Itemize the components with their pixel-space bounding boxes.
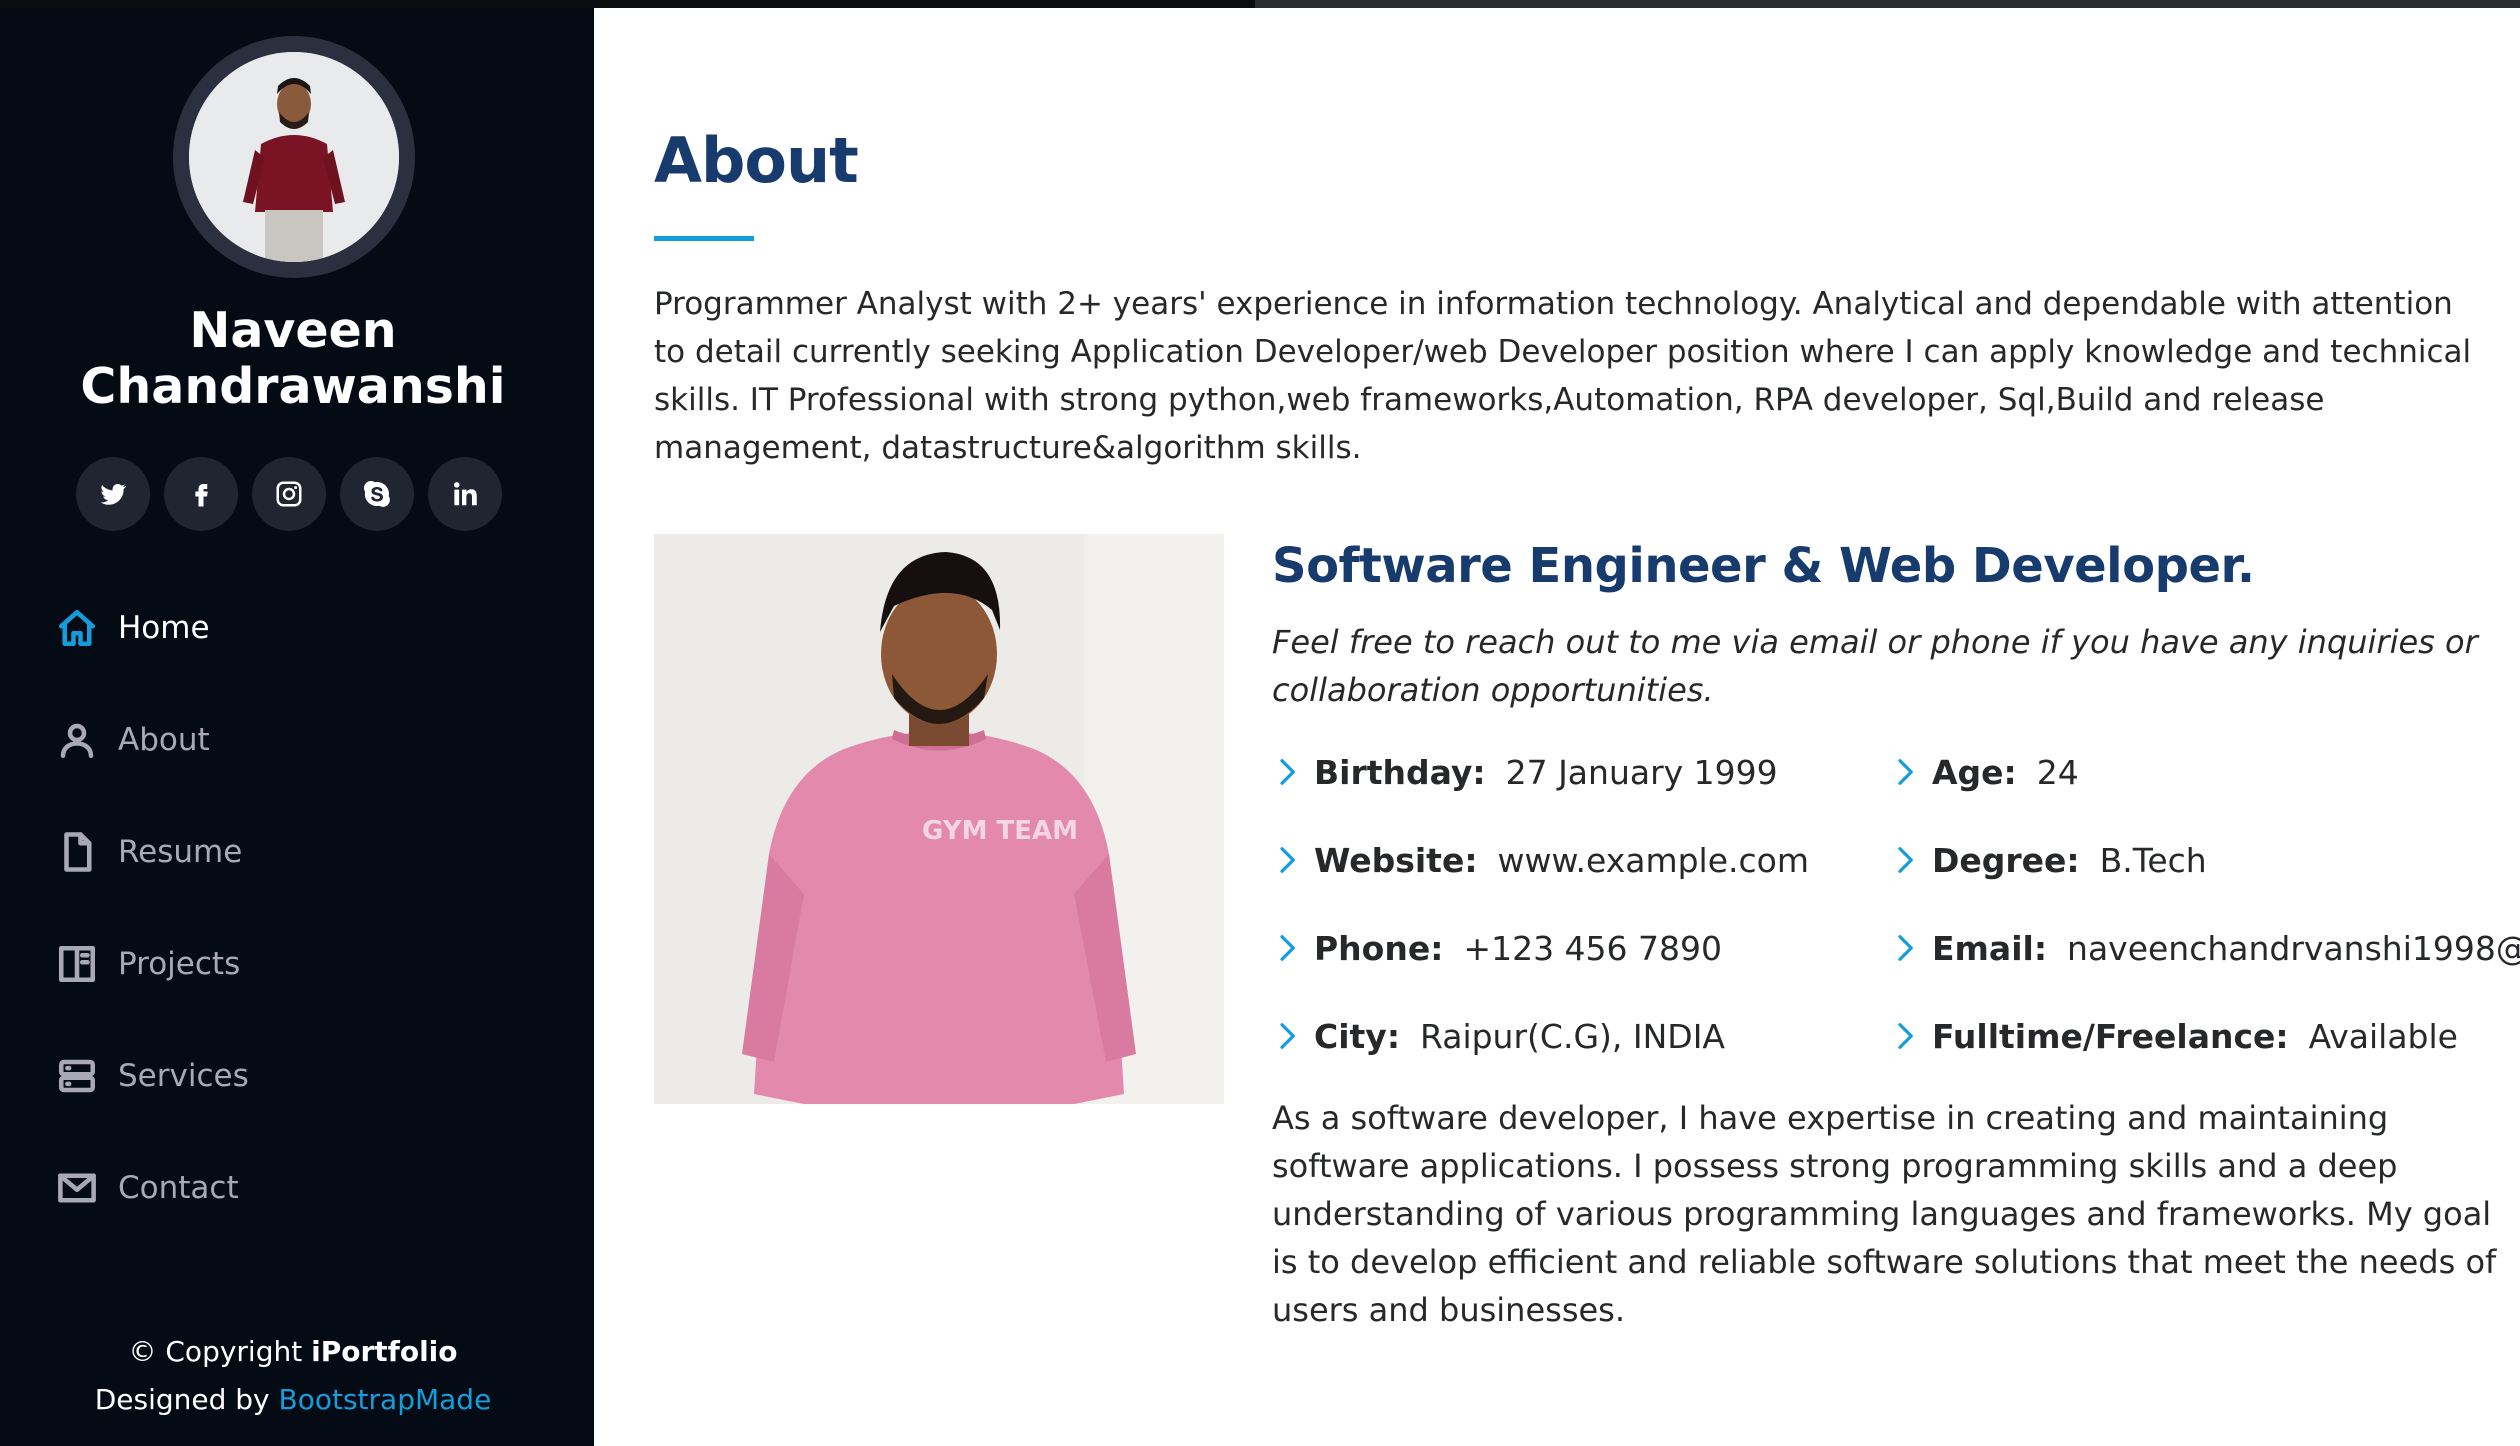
skype-link[interactable] [340,457,414,531]
info-value: Available [2308,1016,2458,1056]
instagram-icon [276,481,302,507]
chevron-right-icon [1280,759,1295,785]
info-value: 27 January 1999 [1505,752,1778,792]
chevron-right-icon [1898,759,1913,785]
home-icon [58,609,96,647]
about-photo: GYM TEAM [654,534,1224,1104]
about-body: As a software developer, I have expertis… [1272,1099,2497,1329]
title-underline [654,236,754,241]
progress-fill [0,0,1255,8]
nav-label-contact: Contact [118,1170,239,1206]
info-label: Age: [1932,752,2017,792]
designed-prefix: Designed by [94,1383,270,1416]
linkedin-icon [454,482,477,506]
nav-label-about: About [118,722,210,758]
nav-label-resume: Resume [118,834,243,870]
nav-item-projects[interactable]: Projects [56,934,240,994]
nav-item-resume[interactable]: Resume [56,822,242,882]
info-label: Website: [1314,840,1478,880]
person-icon [60,723,94,759]
instagram-link[interactable] [252,457,326,531]
twitter-icon [100,483,127,505]
nav-item-services[interactable]: Services [56,1046,249,1106]
server-icon [58,1059,96,1093]
info-availability: Fulltime/Freelance: Available [1890,1012,2458,1060]
info-value: naveenchandrvanshi1998@gma [2067,928,2520,968]
profile-photo [189,52,399,262]
about-section: About Programmer Analyst with 2+ years' … [594,8,2520,1446]
facebook-icon [195,484,208,507]
info-label: Fulltime/Freelance: [1932,1016,2289,1056]
info-birthday: Birthday: 27 January 1999 [1272,748,1778,796]
info-email: Email: naveenchandrvanshi1998@gma [1890,924,2520,972]
info-value: 24 [2036,752,2079,792]
skype-icon [364,481,390,507]
twitter-link[interactable] [76,457,150,531]
nav-label-home: Home [118,610,210,646]
info-degree: Degree: B.Tech [1890,836,2207,884]
social-links [76,457,516,531]
profile-name: Naveen Chandrawanshi [80,302,506,415]
facebook-link[interactable] [164,457,238,531]
book-icon [58,945,96,983]
avatar [173,36,415,278]
credits-line: Designed by BootstrapMade [0,1376,586,1424]
role-headline: Software Engineer & Web Developer. [1272,538,2255,594]
info-value: B.Tech [2099,840,2207,880]
copyright-line: © Copyright iPortfolio [0,1328,586,1376]
designer-link[interactable]: BootstrapMade [279,1383,492,1416]
info-label: Phone: [1314,928,1444,968]
info-age: Age: 24 [1890,748,2079,796]
copyright-prefix: © Copyright [128,1335,303,1368]
chevron-right-icon [1280,935,1295,961]
chevron-right-icon [1280,1023,1295,1049]
info-value: +123 456 7890 [1463,928,1723,968]
shirt-text: GYM TEAM [922,816,1078,846]
nav-item-contact[interactable]: Contact [56,1158,239,1218]
file-icon [64,832,92,872]
chevron-right-icon [1898,1023,1913,1049]
page-load-progress [0,0,2520,8]
brand-name: iPortfolio [311,1335,458,1368]
section-title: About [654,124,859,197]
info-phone: Phone: +123 456 7890 [1272,924,1722,972]
info-label: Birthday: [1314,752,1486,792]
info-website: Website: www.example.com [1272,836,1809,884]
nav-item-about[interactable]: About [56,710,210,770]
info-city: City: Raipur(C.G), INDIA [1272,1012,1725,1060]
chevron-right-icon [1280,847,1295,873]
nav-item-home[interactable]: Home [56,598,210,658]
nav-label-projects: Projects [118,946,241,982]
envelope-icon [58,1173,96,1203]
chevron-right-icon [1898,847,1913,873]
info-label: Degree: [1932,840,2080,880]
info-label: Email: [1932,928,2048,968]
role-tagline: Feel free to reach out to me via email o… [1272,623,2478,709]
sidebar-footer: © Copyright iPortfolio Designed by Boots… [0,1328,586,1424]
info-value: Raipur(C.G), INDIA [1420,1016,1726,1056]
linkedin-link[interactable] [428,457,502,531]
about-intro: Programmer Analyst with 2+ years' experi… [654,286,2472,466]
nav-label-services: Services [118,1058,249,1094]
chevron-right-icon [1898,935,1913,961]
info-value: www.example.com [1497,840,1809,880]
info-label: City: [1314,1016,1401,1056]
sidebar: Naveen Chandrawanshi Home About Resume P… [0,8,594,1446]
